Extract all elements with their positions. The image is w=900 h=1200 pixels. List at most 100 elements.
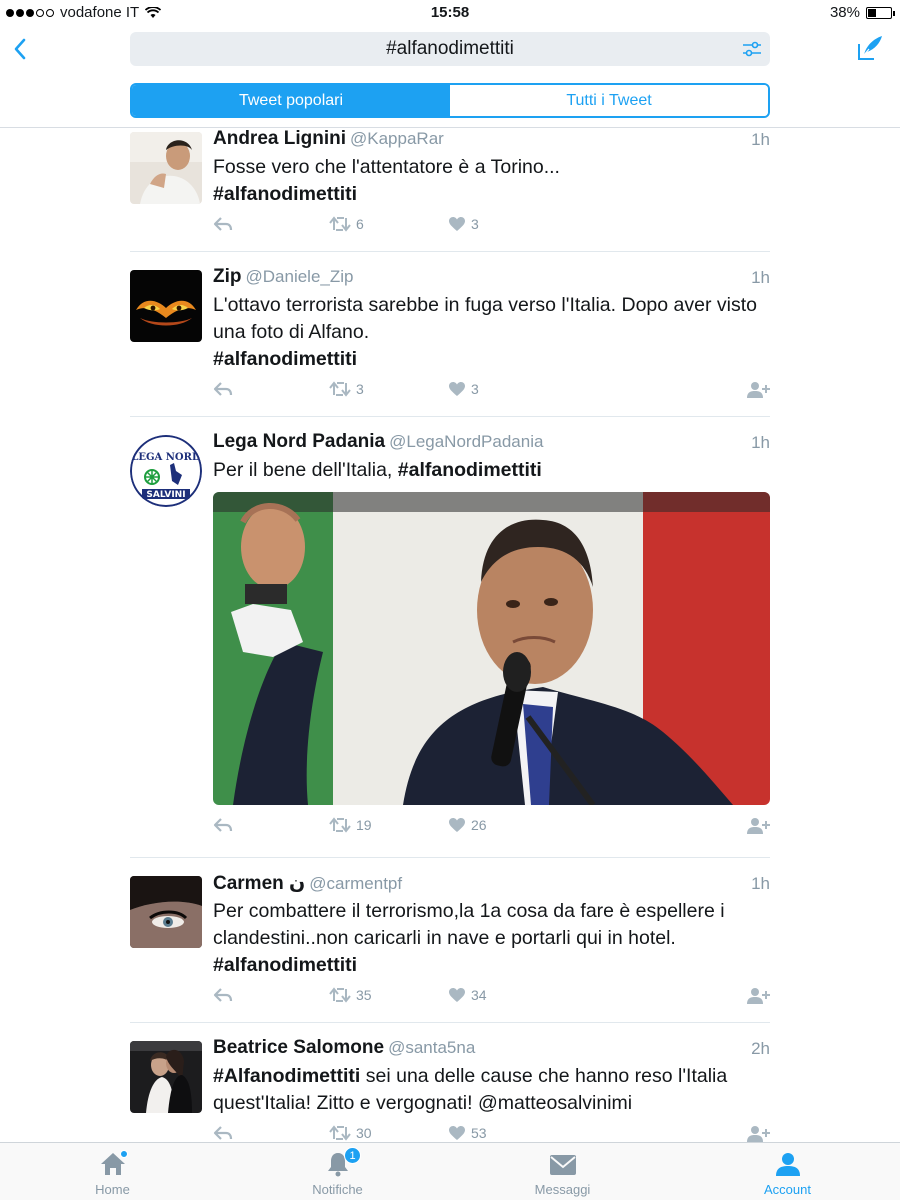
- tweet-photo[interactable]: [213, 492, 770, 805]
- reply-button[interactable]: [213, 1125, 233, 1141]
- search-header: #alfanodimettiti Tweet popolari Tutti i …: [0, 26, 900, 128]
- author-name[interactable]: Lega Nord Padania: [213, 431, 385, 452]
- follow-button[interactable]: [746, 817, 770, 835]
- hashtag-link[interactable]: #alfanodimettiti: [398, 459, 542, 481]
- tweet-feed[interactable]: Andrea Lignini @KappaRar 1h Fosse vero ch…: [0, 128, 900, 1142]
- retweet-button[interactable]: 30: [329, 1125, 372, 1141]
- status-time: 15:58: [430, 4, 470, 21]
- tab-label: Account: [764, 1182, 811, 1197]
- tweet-time: 1h: [751, 874, 770, 893]
- avatar[interactable]: [130, 270, 202, 342]
- heart-icon: [449, 818, 465, 832]
- avatar[interactable]: [130, 1041, 202, 1113]
- tweet-body: Lega Nord Padania @LegaNordPadania 1h Per…: [213, 431, 770, 843]
- avatar[interactable]: LEGA NORD SALVINI: [130, 435, 202, 507]
- hashtag-link[interactable]: #Alfanodimettiti: [213, 1065, 360, 1087]
- new-content-dot: [120, 1150, 128, 1158]
- like-count: 34: [471, 987, 487, 1003]
- author-name[interactable]: Andrea Lignini: [213, 128, 346, 149]
- retweet-button[interactable]: 6: [329, 216, 364, 232]
- like-count: 53: [471, 1125, 487, 1141]
- reply-button[interactable]: [213, 987, 233, 1003]
- author-handle[interactable]: @Daniele_Zip: [246, 267, 354, 286]
- avatar-logo-text-bottom: SALVINI: [146, 490, 185, 500]
- person-icon: [775, 1153, 800, 1176]
- retweet-button[interactable]: 3: [329, 381, 364, 397]
- hashtag-link[interactable]: #alfanodimettiti: [213, 954, 357, 976]
- bottom-tab-bar: Home 1 Notifiche Messaggi Account: [0, 1142, 900, 1200]
- tweet-body: Beatrice Salomone @santa5na 2h #Alfanodim…: [213, 1037, 770, 1142]
- like-button[interactable]: 34: [448, 987, 487, 1003]
- heart-icon: [449, 217, 465, 231]
- hashtag-link[interactable]: #alfanodimettiti: [213, 183, 357, 205]
- tab-notifications[interactable]: 1 Notifiche: [225, 1143, 450, 1200]
- avatar[interactable]: [130, 132, 202, 204]
- tab-label: Notifiche: [312, 1182, 363, 1197]
- tab-home[interactable]: Home: [0, 1143, 225, 1200]
- tweet-item[interactable]: LEGA NORD SALVINI Lega Nord Padania @Lega…: [130, 417, 770, 858]
- retweet-button[interactable]: 19: [329, 817, 372, 833]
- search-input[interactable]: #alfanodimettiti: [130, 32, 770, 66]
- retweet-icon: [329, 987, 351, 1003]
- follow-button[interactable]: [746, 381, 770, 399]
- like-button[interactable]: 3: [448, 216, 479, 232]
- back-chevron-icon[interactable]: [8, 34, 32, 64]
- tweet-actions: 19 26: [213, 817, 770, 843]
- reply-icon: [213, 818, 233, 832]
- envelope-icon: [549, 1155, 576, 1175]
- battery-icon: [866, 6, 895, 19]
- add-user-icon: [747, 1126, 770, 1142]
- author-handle[interactable]: @KappaRar: [350, 129, 444, 148]
- retweet-count: 30: [356, 1125, 372, 1141]
- tweet-actions: 6 3: [213, 216, 770, 242]
- author-handle[interactable]: @LegaNordPadania: [389, 432, 543, 451]
- battery-level: [868, 8, 876, 17]
- tweet-text: Per combattere il terrorismo,la 1a cosa …: [213, 898, 770, 979]
- avatar-logo-text-top: LEGA NORD: [131, 452, 201, 463]
- author-handle[interactable]: @carmentpf: [309, 874, 402, 893]
- follow-button[interactable]: [746, 1125, 770, 1142]
- retweet-icon: [329, 1125, 351, 1141]
- tweet-item[interactable]: Beatrice Salomone @santa5na 2h #Alfanodim…: [130, 1023, 770, 1142]
- tweet-actions: 30 53: [213, 1125, 770, 1142]
- tweet-header: Carmen ن @carmentpf 1h: [213, 872, 770, 898]
- tab-account[interactable]: Account: [675, 1143, 900, 1200]
- tweet-text: Fosse vero che l'attentatore è a Torino.…: [213, 154, 770, 208]
- author-handle[interactable]: @santa5na: [388, 1038, 475, 1057]
- tweet-text: L'ottavo terrorista sarebbe in fuga vers…: [213, 292, 770, 373]
- tab-messages[interactable]: Messaggi: [450, 1143, 675, 1200]
- tab-label: Home: [95, 1182, 130, 1197]
- tab-all-tweets[interactable]: Tutti i Tweet: [450, 85, 768, 116]
- tweet-time: 2h: [751, 1039, 770, 1058]
- like-button[interactable]: 26: [448, 817, 487, 833]
- tweet-text-content: Fosse vero che l'attentatore è a Torino.…: [213, 156, 560, 178]
- avatar[interactable]: [130, 876, 202, 948]
- add-user-icon: [747, 382, 770, 398]
- author-name[interactable]: Beatrice Salomone: [213, 1037, 384, 1058]
- author-name[interactable]: Carmen ن: [213, 873, 305, 894]
- tweet-item[interactable]: Zip @Daniele_Zip 1h L'ottavo terrorista s…: [130, 252, 770, 417]
- compose-tweet-icon[interactable]: [856, 34, 884, 62]
- author-name[interactable]: Zip: [213, 266, 242, 287]
- like-count: 3: [471, 381, 479, 397]
- hashtag-link[interactable]: #alfanodimettiti: [213, 348, 357, 370]
- tweet-time: 1h: [751, 130, 770, 149]
- reply-button[interactable]: [213, 216, 233, 232]
- reply-button[interactable]: [213, 817, 233, 833]
- filter-sliders-icon[interactable]: [742, 40, 762, 58]
- like-button[interactable]: 3: [448, 381, 479, 397]
- notification-badge: 1: [344, 1147, 361, 1164]
- tweet-body: Andrea Lignini @KappaRar 1h Fosse vero ch…: [213, 128, 770, 242]
- tweet-text: Per il bene dell'Italia, #alfanodimettit…: [213, 457, 770, 484]
- heart-icon: [449, 382, 465, 396]
- like-button[interactable]: 53: [448, 1125, 487, 1141]
- tweet-item[interactable]: Andrea Lignini @KappaRar 1h Fosse vero ch…: [130, 128, 770, 252]
- tweet-item[interactable]: Carmen ن @carmentpf 1h Per combattere il …: [130, 858, 770, 1023]
- tweet-header: Beatrice Salomone @santa5na 2h: [213, 1037, 770, 1063]
- retweet-button[interactable]: 35: [329, 987, 372, 1003]
- reply-button[interactable]: [213, 381, 233, 397]
- tweet-header: Lega Nord Padania @LegaNordPadania 1h: [213, 431, 770, 457]
- follow-button[interactable]: [746, 987, 770, 1005]
- tab-popular-tweets[interactable]: Tweet popolari: [132, 85, 450, 116]
- tweet-actions: 3 3: [213, 381, 770, 407]
